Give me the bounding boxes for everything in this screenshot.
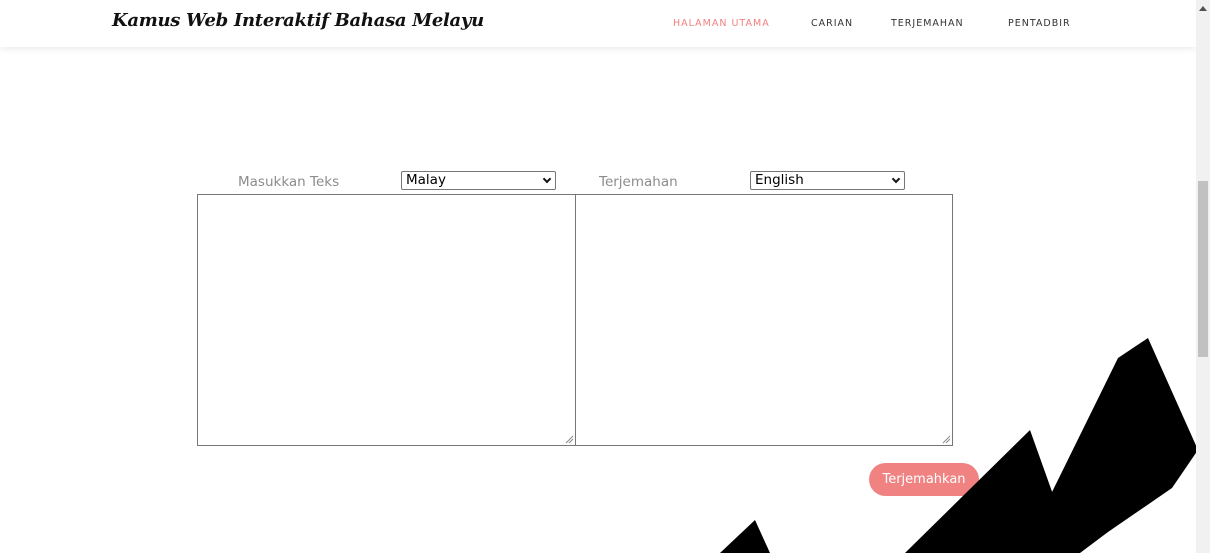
nav-item-halaman-utama[interactable]: HALAMAN UTAMA [673,18,770,29]
site-brand[interactable]: Kamus Web Interaktif Bahasa Melayu [112,10,484,31]
resize-handle-icon[interactable] [565,435,574,444]
source-language-value: Malay [406,172,446,188]
header: Kamus Web Interaktif Bahasa Melayu HALAM… [0,0,1196,47]
scrollbar-thumb[interactable] [1198,181,1208,357]
target-label: Terjemahan [599,174,678,190]
nav-item-terjemahan[interactable]: TERJEMAHAN [891,18,964,29]
vertical-scrollbar[interactable] [1196,0,1210,553]
translation-output[interactable] [575,194,953,446]
scroll-up-icon[interactable] [1199,6,1207,11]
target-language-select[interactable]: English [750,171,905,190]
nav-item-carian[interactable]: CARIAN [811,18,853,29]
chevron-down-icon [891,174,901,184]
page: Kamus Web Interaktif Bahasa Melayu HALAM… [0,0,1210,553]
chevron-down-icon [542,174,552,184]
nav-item-pentadbir[interactable]: PENTADBIR [1008,18,1071,29]
translate-button[interactable]: Terjemahkan [869,463,979,496]
source-label: Masukkan Teks [238,174,340,190]
source-language-select[interactable]: Malay [401,171,556,190]
resize-handle-icon[interactable] [942,435,951,444]
source-text-input[interactable] [197,194,576,446]
target-language-value: English [755,172,804,188]
